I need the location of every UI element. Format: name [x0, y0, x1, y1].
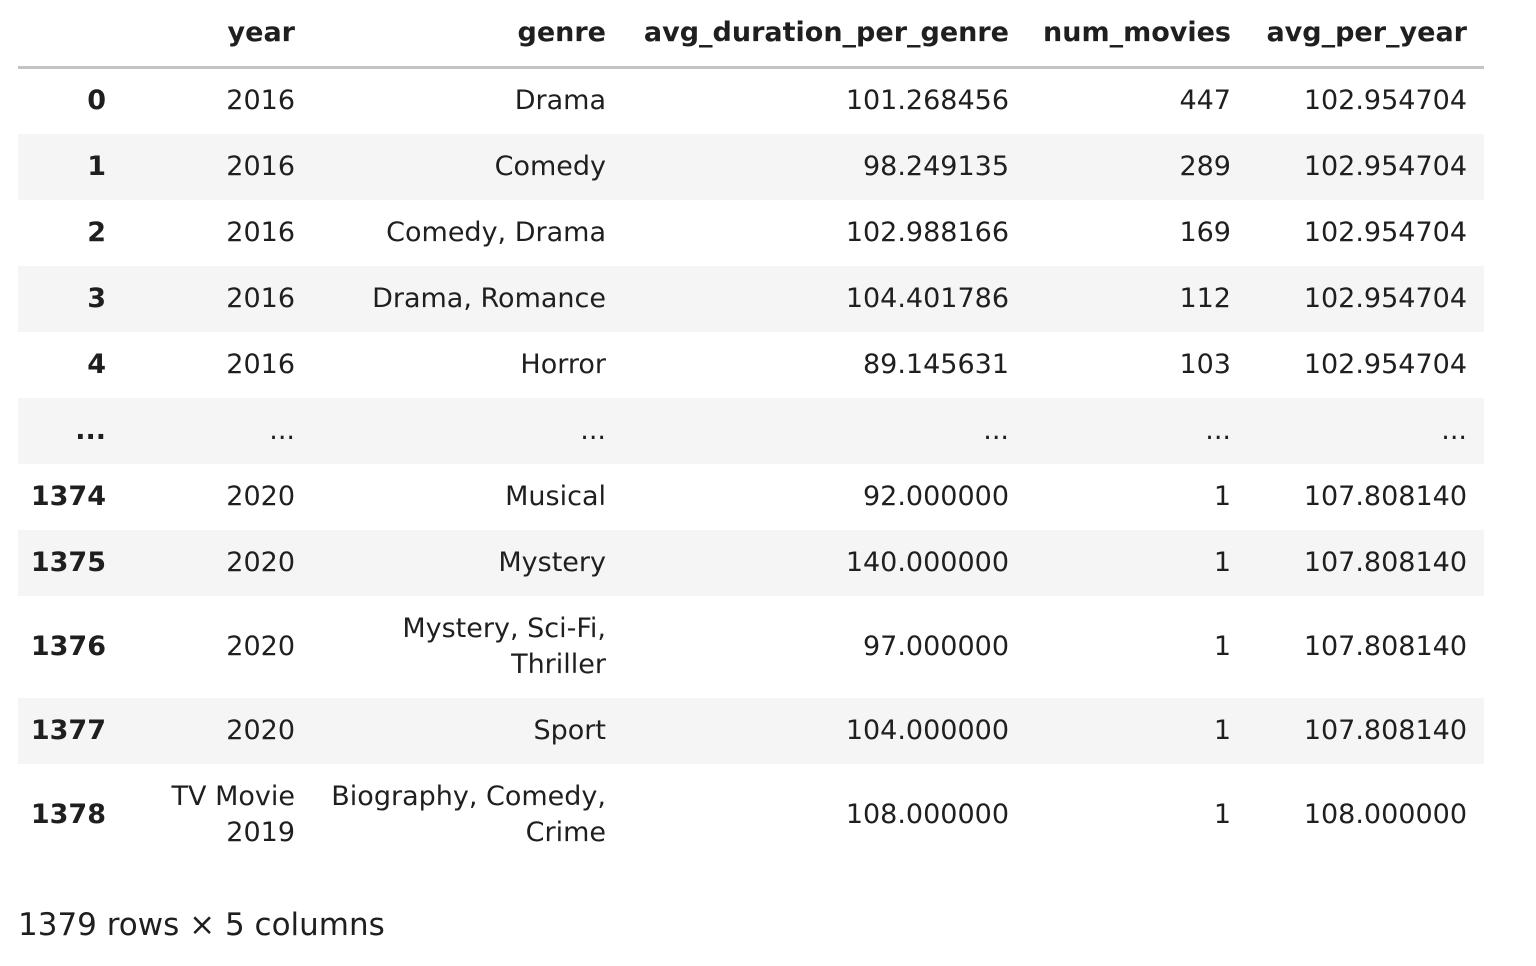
- cell-year: 2020: [226, 714, 295, 746]
- cell-avg-duration: 92.000000: [862, 480, 1009, 512]
- row-index: 1378: [30, 798, 106, 830]
- cell-genre: Biography, Comedy, Crime: [331, 780, 606, 848]
- cell-avg-duration: ...: [983, 414, 1009, 446]
- table-row: 2 2016 Comedy, Drama 102.988166 169 102.…: [18, 200, 1484, 266]
- table-row: 1 2016 Comedy 98.249135 289 102.954704: [18, 133, 1484, 200]
- row-index: 1: [87, 150, 106, 182]
- cell-num-movies: 1: [1213, 714, 1231, 746]
- row-index: 1376: [30, 630, 106, 662]
- cell-num-movies: 1: [1213, 546, 1231, 578]
- row-index: 4: [87, 348, 106, 380]
- row-index: 1375: [30, 546, 106, 578]
- cell-year: 2020: [226, 630, 295, 662]
- cell-year: 2016: [226, 150, 295, 182]
- table-row: 1374 2020 Musical 92.000000 1 107.808140: [18, 464, 1484, 530]
- cell-avg-duration: 104.401786: [845, 282, 1009, 314]
- cell-num-movies: 112: [1179, 282, 1231, 314]
- table-row: 1378 TV Movie 2019 Biography, Comedy, Cr…: [18, 764, 1484, 866]
- cell-avg-per-year: 107.808140: [1303, 480, 1467, 512]
- cell-genre: Horror: [520, 348, 606, 380]
- column-header-num-movies: num_movies: [1026, 0, 1248, 69]
- ellipsis-row: ... ... ... ... ... ...: [18, 397, 1484, 464]
- column-header-avg-duration-per-genre: avg_duration_per_genre: [623, 0, 1026, 69]
- column-header-genre: genre: [312, 0, 623, 69]
- column-header-avg-per-year: avg_per_year: [1248, 0, 1484, 69]
- row-index: 0: [87, 85, 106, 117]
- cell-year: 2016: [226, 216, 295, 248]
- cell-year: 2020: [226, 546, 295, 578]
- cell-avg-duration: 101.268456: [845, 85, 1009, 117]
- cell-avg-duration: 98.249135: [862, 150, 1009, 182]
- cell-genre: ...: [580, 414, 606, 446]
- cell-avg-per-year: 108.000000: [1303, 798, 1467, 830]
- row-index: 1377: [30, 714, 106, 746]
- cell-year: 2016: [226, 282, 295, 314]
- table-row: 1377 2020 Sport 104.000000 1 107.808140: [18, 697, 1484, 764]
- cell-year: 2016: [226, 348, 295, 380]
- cell-avg-duration: 140.000000: [845, 546, 1009, 578]
- header-row: year genre avg_duration_per_genre num_mo…: [18, 0, 1484, 69]
- cell-avg-duration: 97.000000: [862, 630, 1009, 662]
- cell-genre: Drama: [514, 85, 606, 117]
- column-header-year: year: [123, 0, 312, 69]
- cell-genre: Comedy, Drama: [386, 216, 606, 248]
- table-row: 0 2016 Drama 101.268456 447 102.954704: [18, 68, 1484, 134]
- cell-avg-duration: 89.145631: [862, 348, 1009, 380]
- table-row: 3 2016 Drama, Romance 104.401786 112 102…: [18, 265, 1484, 332]
- dataframe-output: year genre avg_duration_per_genre num_mo…: [18, 0, 1484, 866]
- table-row: 4 2016 Horror 89.145631 103 102.954704: [18, 332, 1484, 398]
- cell-avg-per-year: 102.954704: [1303, 85, 1467, 117]
- cell-avg-per-year: 102.954704: [1303, 348, 1467, 380]
- cell-genre: Drama, Romance: [372, 282, 606, 314]
- dataframe-shape-caption: 1379 rows × 5 columns: [18, 907, 385, 943]
- cell-year: TV Movie 2019: [171, 780, 295, 848]
- cell-genre: Comedy: [494, 150, 606, 182]
- cell-avg-duration: 108.000000: [845, 798, 1009, 830]
- cell-genre: Sport: [533, 714, 606, 746]
- cell-avg-per-year: ...: [1441, 414, 1467, 446]
- cell-genre: Mystery, Sci-Fi, Thriller: [402, 612, 606, 680]
- cell-avg-duration: 102.988166: [845, 216, 1009, 248]
- row-index: ...: [75, 414, 106, 446]
- cell-num-movies: 447: [1179, 85, 1231, 117]
- cell-num-movies: 1: [1213, 480, 1231, 512]
- index-header: [18, 0, 123, 69]
- cell-avg-per-year: 102.954704: [1303, 150, 1467, 182]
- dataframe-table: year genre avg_duration_per_genre num_mo…: [18, 0, 1484, 866]
- cell-avg-duration: 104.000000: [845, 714, 1009, 746]
- row-index: 2: [87, 216, 106, 248]
- cell-avg-per-year: 102.954704: [1303, 216, 1467, 248]
- cell-genre: Mystery: [498, 546, 606, 578]
- cell-year: 2016: [226, 85, 295, 117]
- cell-num-movies: 289: [1179, 150, 1231, 182]
- cell-avg-per-year: 107.808140: [1303, 714, 1467, 746]
- row-index: 1374: [30, 480, 106, 512]
- cell-num-movies: 1: [1213, 798, 1231, 830]
- cell-year: ...: [269, 414, 295, 446]
- table-row: 1376 2020 Mystery, Sci-Fi, Thriller 97.0…: [18, 596, 1484, 698]
- cell-avg-per-year: 107.808140: [1303, 630, 1467, 662]
- cell-num-movies: 103: [1179, 348, 1231, 380]
- cell-genre: Musical: [505, 480, 606, 512]
- cell-avg-per-year: 102.954704: [1303, 282, 1467, 314]
- cell-year: 2020: [226, 480, 295, 512]
- cell-num-movies: ...: [1205, 414, 1231, 446]
- table-row: 1375 2020 Mystery 140.000000 1 107.80814…: [18, 529, 1484, 596]
- row-index: 3: [87, 282, 106, 314]
- cell-num-movies: 169: [1179, 216, 1231, 248]
- cell-num-movies: 1: [1213, 630, 1231, 662]
- cell-avg-per-year: 107.808140: [1303, 546, 1467, 578]
